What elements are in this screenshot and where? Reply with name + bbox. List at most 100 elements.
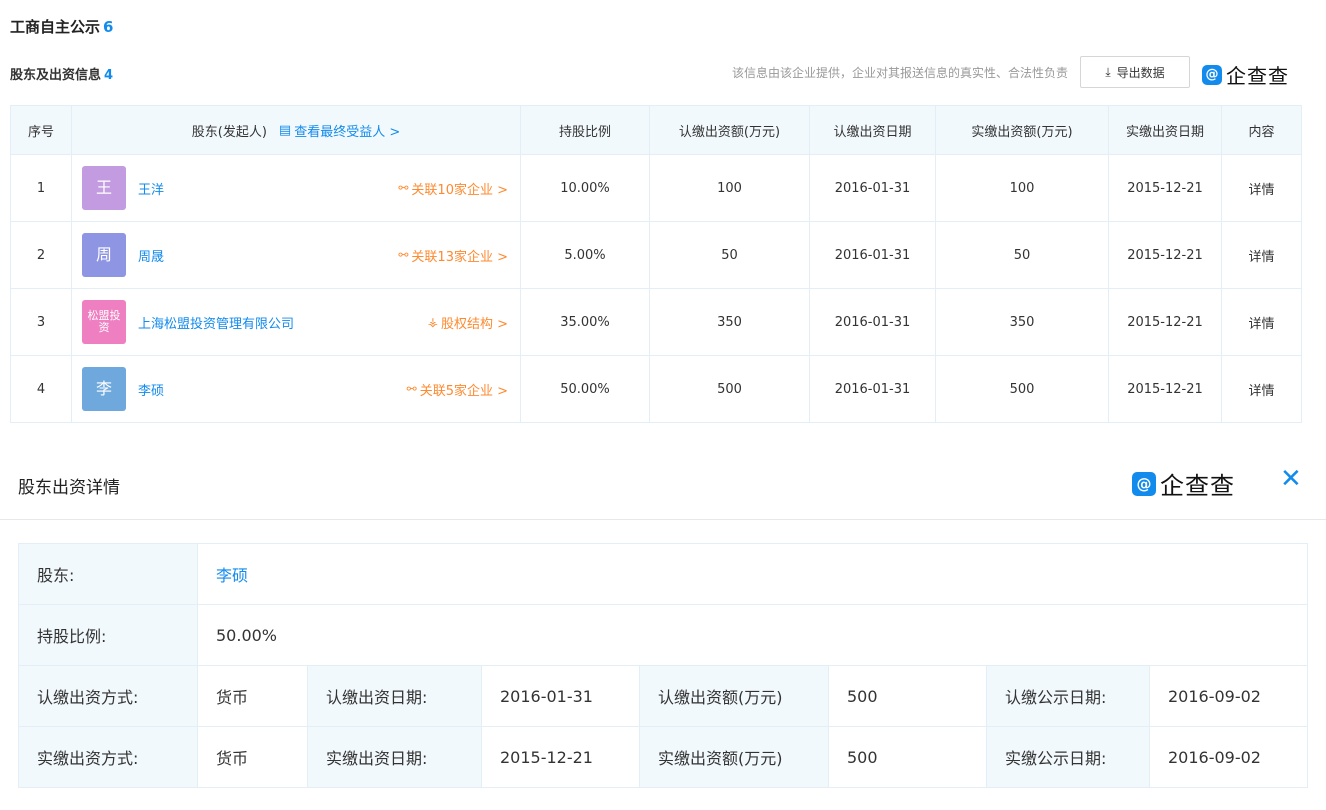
holder-name-link[interactable]: 周晟	[138, 246, 164, 265]
holder-name-link[interactable]: 上海松盟投资管理有限公司	[138, 313, 294, 332]
sub-date-label: 认缴出资日期:	[307, 665, 482, 727]
table-row: 2 周 周晟 ⚯ 关联13家企业 > 5.00% 50 2016-01-31 5…	[10, 221, 1302, 289]
ratio-cell: 35.00%	[520, 288, 650, 356]
ratio-cell: 5.00%	[520, 221, 650, 289]
sub-publish-value: 2016-09-02	[1149, 665, 1308, 727]
section-title: 工商自主公示 6	[10, 16, 113, 37]
subscribed-date-cell: 2016-01-31	[809, 221, 936, 289]
equity-structure-link[interactable]: ⚶ 股权结构 >	[428, 313, 508, 332]
avatar: 王	[82, 166, 126, 210]
disclaimer-text: 该信息由该企业提供，企业对其报送信息的真实性、合法性负责	[731, 66, 1068, 80]
holder-cell: 王 王洋 ⚯ 关联10家企业 >	[71, 154, 521, 222]
paid-method-value: 货币	[197, 726, 308, 788]
holder-name-link[interactable]: 王洋	[138, 179, 164, 198]
header-subscribed-date: 认缴出资日期	[809, 105, 936, 155]
holder-label: 股东:	[18, 543, 198, 605]
paid-amount-cell: 100	[935, 154, 1109, 222]
subscribed-amount-cell: 350	[649, 288, 810, 356]
detail-link[interactable]: 详情	[1221, 288, 1302, 356]
avatar: 李	[82, 367, 126, 411]
export-data-button[interactable]: ⤓ 导出数据	[1080, 56, 1190, 88]
paid-amount-cell: 50	[935, 221, 1109, 289]
section-count: 6	[103, 18, 114, 36]
ratio-cell: 50.00%	[520, 355, 650, 423]
beneficiary-icon: ▤	[278, 122, 292, 138]
beneficiary-label: 查看最终受益人 >	[294, 124, 401, 140]
subscribed-date-cell: 2016-01-31	[809, 355, 936, 423]
detail-link[interactable]: 详情	[1221, 154, 1302, 222]
logo-mark-icon: @	[1132, 471, 1156, 496]
paid-date-cell: 2015-12-21	[1108, 154, 1222, 222]
subscribed-amount-cell: 500	[649, 355, 810, 423]
qichacha-logo-panel: @ 企查查	[1132, 466, 1235, 501]
export-label: 导出数据	[1116, 65, 1165, 80]
logo-text: 企查查	[1160, 472, 1235, 500]
subscribed-amount-cell: 50	[649, 221, 810, 289]
download-icon: ⤓	[1105, 64, 1111, 79]
table-row: 1 王 王洋 ⚯ 关联10家企业 > 10.00% 100 2016-01-31…	[10, 154, 1302, 222]
holder-name-link[interactable]: 李硕	[138, 380, 164, 399]
detail-link[interactable]: 详情	[1221, 221, 1302, 289]
equity-structure-label: 股权结构 >	[440, 316, 508, 332]
detail-link[interactable]: 详情	[1221, 355, 1302, 423]
contribution-detail-table: 股东: 李硕 持股比例: 50.00% 认缴出资方式: 货币 认缴出资日期: 2…	[18, 543, 1308, 788]
paid-method-label: 实缴出资方式:	[18, 726, 198, 788]
related-companies-label: 关联10家企业 >	[411, 182, 508, 198]
header-index: 序号	[10, 105, 72, 155]
ratio-cell: 10.00%	[520, 154, 650, 222]
row-index: 4	[10, 355, 72, 423]
row-index: 3	[10, 288, 72, 356]
detail-row-subscribed: 认缴出资方式: 货币 认缴出资日期: 2016-01-31 认缴出资额(万元) …	[18, 665, 1308, 727]
sub-method-label: 认缴出资方式:	[18, 665, 198, 727]
sub-method-value: 货币	[197, 665, 308, 727]
paid-date-label: 实缴出资日期:	[307, 726, 482, 788]
sub-date-value: 2016-01-31	[481, 665, 640, 727]
sub-publish-label: 认缴公示日期:	[986, 665, 1150, 727]
table-row: 4 李 李硕 ⚯ 关联5家企业 > 50.00% 500 2016-01-31 …	[10, 355, 1302, 423]
sub-count: 4	[104, 68, 114, 83]
sub-amount-label: 认缴出资额(万元)	[639, 665, 829, 727]
ratio-label: 持股比例:	[18, 604, 198, 666]
related-companies-label: 关联5家企业 >	[419, 383, 508, 399]
sub-title: 股东及出资信息 4	[10, 64, 113, 83]
related-companies-link[interactable]: ⚯ 关联5家企业 >	[407, 380, 508, 399]
header-holder: 股东(发起人) ▤ 查看最终受益人 >	[71, 105, 521, 155]
table-header-row: 序号 股东(发起人) ▤ 查看最终受益人 > 持股比例 认缴出资额(万元) 认缴…	[10, 105, 1302, 155]
header-subscribed-amount: 认缴出资额(万元)	[649, 105, 810, 155]
paid-amount-value: 500	[828, 726, 987, 788]
avatar: 周	[82, 233, 126, 277]
detail-title: 股东出资详情	[18, 478, 120, 498]
header-ratio: 持股比例	[520, 105, 650, 155]
logo-text: 企查查	[1226, 64, 1289, 88]
related-companies-link[interactable]: ⚯ 关联10家企业 >	[398, 179, 508, 198]
related-companies-label: 关联13家企业 >	[411, 249, 508, 265]
related-companies-link[interactable]: ⚯ 关联13家企业 >	[398, 246, 508, 265]
subscribed-date-cell: 2016-01-31	[809, 154, 936, 222]
sub-amount-value: 500	[828, 665, 987, 727]
relation-icon: ⚯	[406, 382, 417, 396]
table-row: 3 松盟投资 上海松盟投资管理有限公司 ⚶ 股权结构 > 35.00% 350 …	[10, 288, 1302, 356]
row-index: 1	[10, 154, 72, 222]
relation-icon: ⚯	[398, 248, 409, 262]
paid-amount-label: 实缴出资额(万元)	[639, 726, 829, 788]
paid-publish-value: 2016-09-02	[1149, 726, 1308, 788]
paid-date-cell: 2015-12-21	[1108, 221, 1222, 289]
sub-title-text: 股东及出资信息	[10, 68, 102, 83]
holder-value-link[interactable]: 李硕	[197, 543, 1308, 605]
logo-mark-icon: @	[1202, 64, 1222, 85]
close-icon[interactable]: ✕	[1280, 466, 1302, 492]
view-beneficiary-link[interactable]: ▤ 查看最终受益人 >	[279, 121, 400, 140]
shareholders-table: 序号 股东(发起人) ▤ 查看最终受益人 > 持股比例 认缴出资额(万元) 认缴…	[10, 105, 1302, 423]
header-paid-amount: 实缴出资额(万元)	[935, 105, 1109, 155]
detail-row-holder: 股东: 李硕	[18, 543, 1308, 605]
detail-row-paid: 实缴出资方式: 货币 实缴出资日期: 2015-12-21 实缴出资额(万元) …	[18, 726, 1308, 788]
header-paid-date: 实缴出资日期	[1108, 105, 1222, 155]
relation-icon: ⚯	[398, 181, 409, 195]
paid-publish-label: 实缴公示日期:	[986, 726, 1150, 788]
paid-date-value: 2015-12-21	[481, 726, 640, 788]
holder-cell: 松盟投资 上海松盟投资管理有限公司 ⚶ 股权结构 >	[71, 288, 521, 356]
section-title-text: 工商自主公示	[10, 18, 101, 36]
qichacha-logo: @ 企查查	[1202, 60, 1289, 89]
avatar: 松盟投资	[82, 300, 126, 344]
equity-structure-icon: ⚶	[427, 315, 438, 329]
